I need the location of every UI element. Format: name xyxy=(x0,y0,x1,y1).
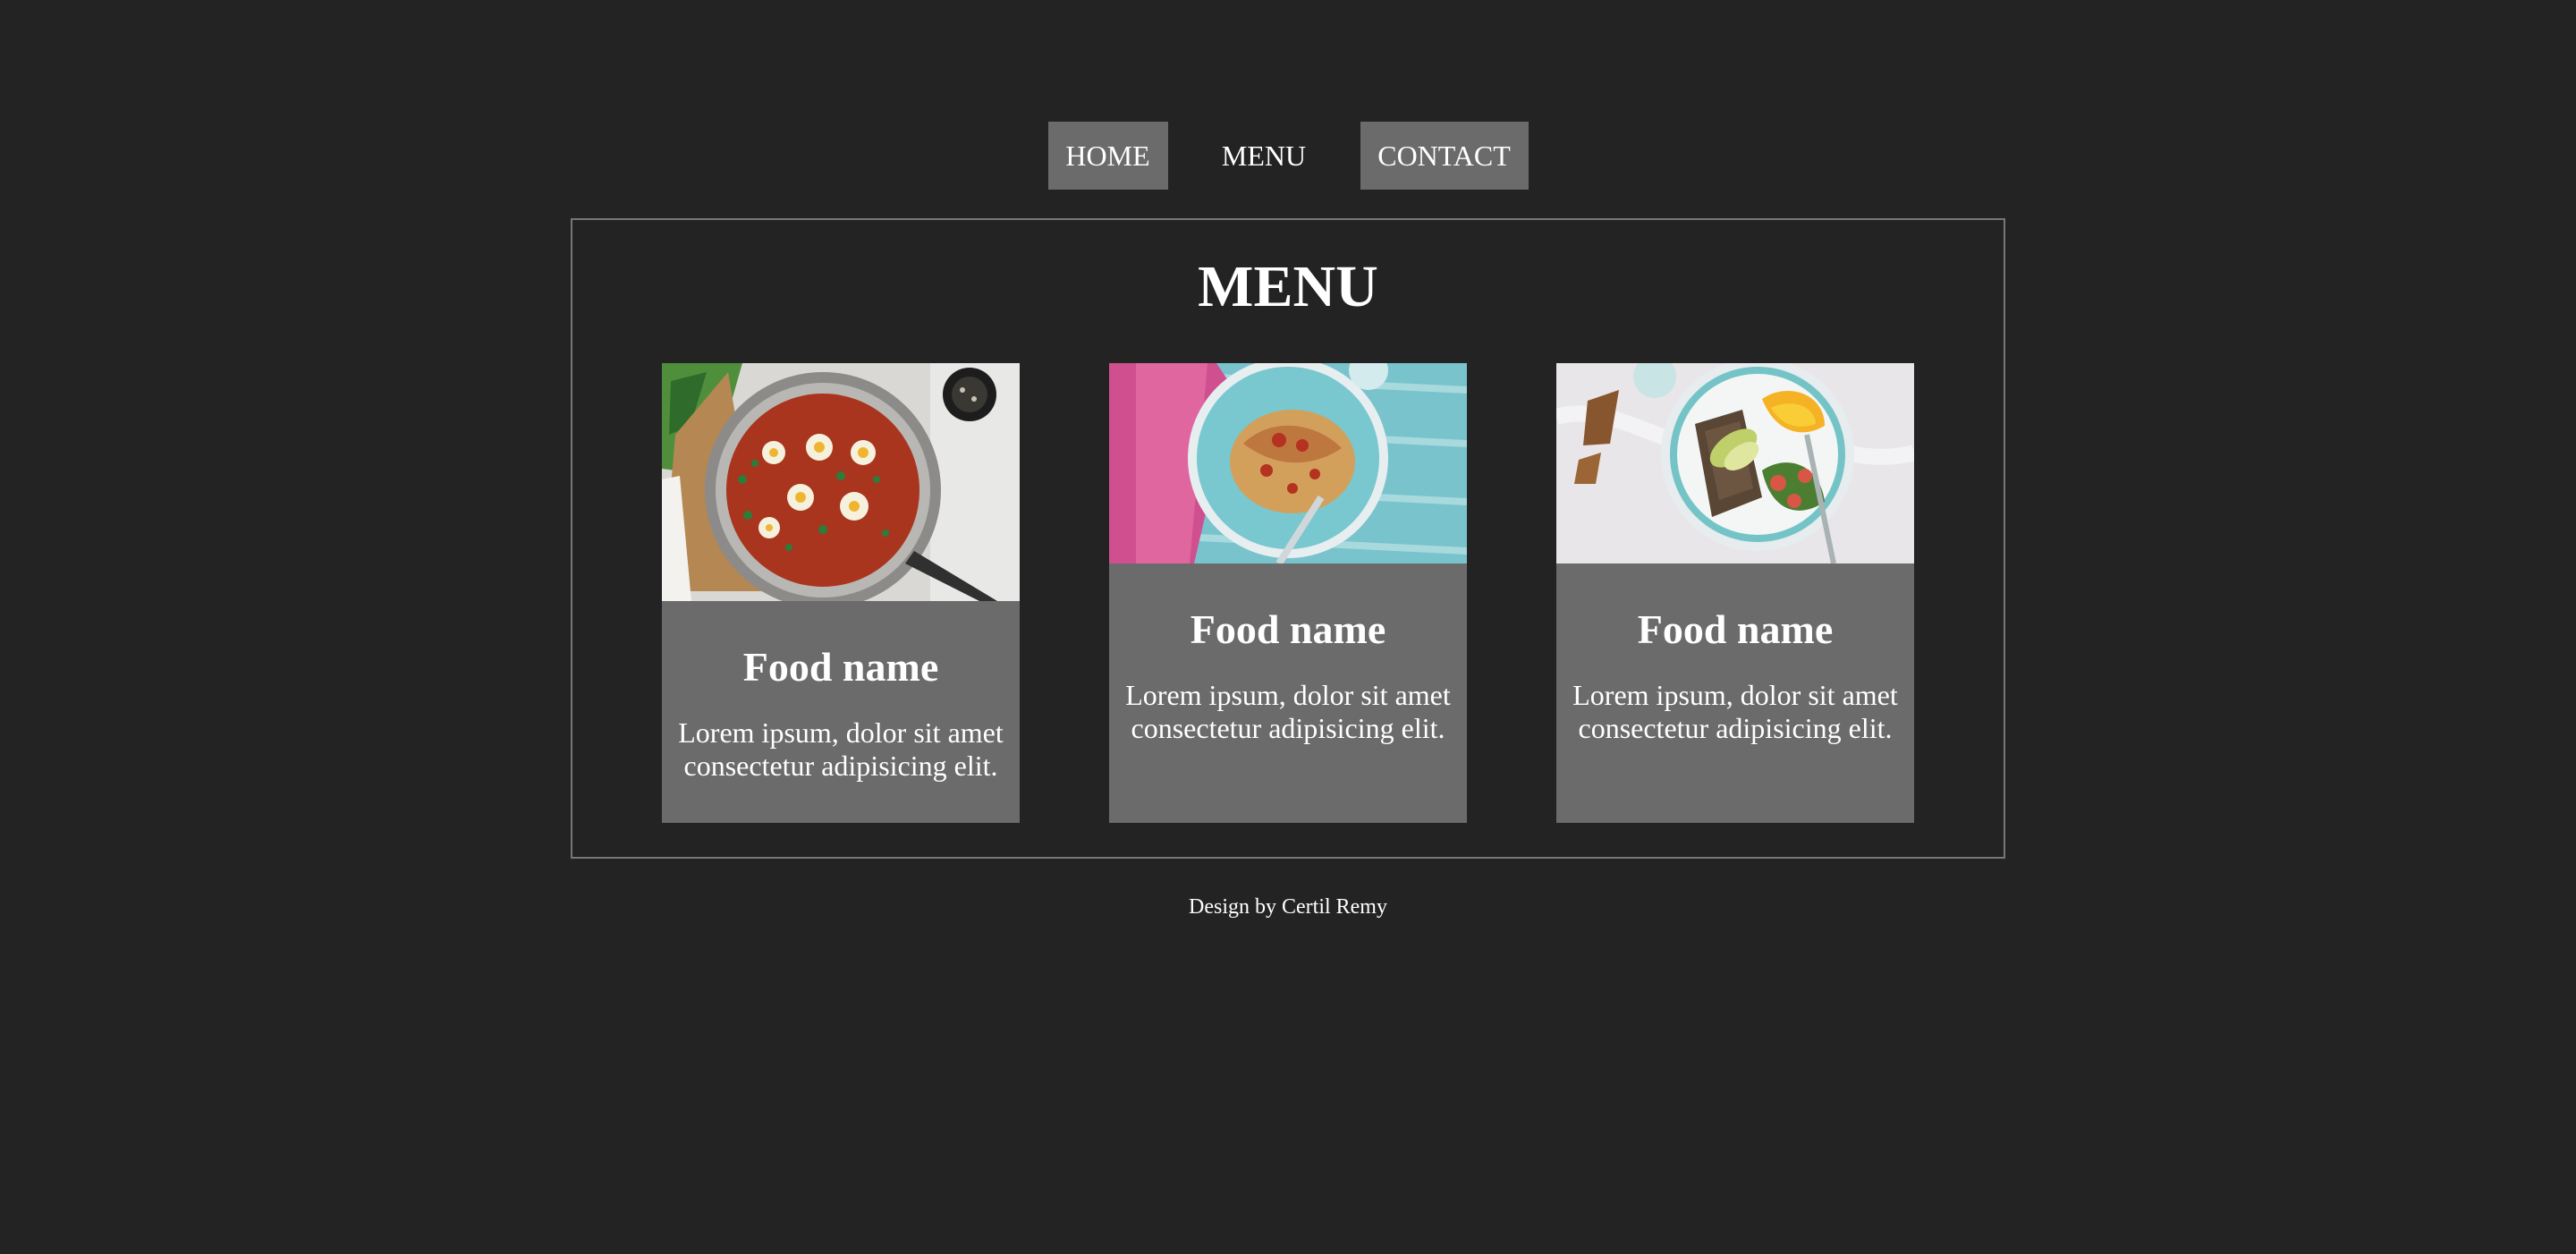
food-name: Food name xyxy=(742,644,939,690)
main-navigation: HOME MENU CONTACT xyxy=(0,122,2576,190)
spaghetti-plate-image xyxy=(1109,363,1467,563)
menu-section: MENU Food name Lorem ipsum, dolor sit am… xyxy=(571,218,2005,859)
food-description: Lorem ipsum, dolor sit amet consectetur … xyxy=(1125,679,1451,745)
food-name: Food name xyxy=(1190,606,1386,652)
avocado-salad-bowl-image xyxy=(1556,363,1914,563)
food-card-body: Food name Lorem ipsum, dolor sit amet co… xyxy=(1556,605,1914,745)
food-card-body: Food name Lorem ipsum, dolor sit amet co… xyxy=(1109,605,1467,745)
nav-contact-link[interactable]: CONTACT xyxy=(1360,122,1529,190)
shakshuka-pan-image xyxy=(662,363,1020,601)
food-card: Food name Lorem ipsum, dolor sit amet co… xyxy=(1109,363,1467,823)
food-description: Lorem ipsum, dolor sit amet consectetur … xyxy=(1572,679,1898,745)
nav-home-link[interactable]: HOME xyxy=(1047,122,1168,190)
nav-menu-link[interactable]: MENU xyxy=(1168,122,1360,190)
footer-credit: Design by Certil Remy xyxy=(1189,895,1387,919)
menu-title: MENU xyxy=(1198,254,1378,319)
food-card: Food name Lorem ipsum, dolor sit amet co… xyxy=(662,363,1020,823)
food-description: Lorem ipsum, dolor sit amet consectetur … xyxy=(678,716,1004,783)
food-card-body: Food name Lorem ipsum, dolor sit amet co… xyxy=(662,642,1020,783)
food-name: Food name xyxy=(1637,606,1834,652)
food-card: Food name Lorem ipsum, dolor sit amet co… xyxy=(1556,363,1914,823)
